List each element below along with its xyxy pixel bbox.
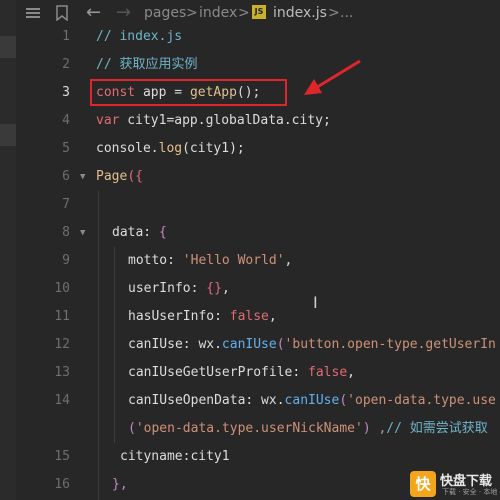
sidebar-item[interactable]	[0, 124, 16, 146]
line-number: 9	[62, 253, 70, 268]
breadcrumb: ← → pages > index > JS index.js > ...	[16, 0, 500, 26]
line-number: 13	[54, 365, 70, 380]
code-line-13: canIUseGetUserProfile: false,	[128, 365, 355, 380]
breadcrumb-separator: >	[186, 5, 198, 21]
line-number-active: 3	[62, 85, 70, 100]
line-number: 16	[54, 477, 70, 492]
line-number: 11	[54, 309, 70, 324]
indent-guide	[98, 191, 99, 500]
line-number: 6	[62, 169, 70, 184]
line-number: 7	[62, 197, 70, 212]
breadcrumb-file[interactable]: index.js	[273, 0, 327, 26]
sidebar-item[interactable]	[0, 36, 16, 58]
code-line-6: Page({	[96, 169, 143, 184]
forward-arrow-icon[interactable]: →	[116, 0, 131, 26]
code-line-10: userInfo: {},	[128, 281, 230, 296]
line-number: 2	[62, 57, 70, 72]
line-number: 1	[62, 29, 70, 44]
text-cursor-icon: I	[313, 293, 318, 312]
code-line-9: motto: 'Hello World',	[128, 253, 293, 268]
line-number-gutter: 1 2 3 4 5 6 ▼ 7 8 ▼ 9 10 11 12 13 14 15 …	[16, 26, 90, 500]
breadcrumb-more[interactable]: ...	[340, 0, 353, 26]
breadcrumb-separator: >	[328, 5, 340, 21]
watermark-mark: 快	[410, 471, 436, 497]
breadcrumb-index[interactable]: index	[199, 0, 237, 26]
line-number: 10	[54, 281, 70, 296]
back-arrow-icon[interactable]: ←	[86, 0, 101, 26]
code-line-4: var city1=app.globalData.city;	[96, 113, 331, 128]
sidebar-edge	[0, 0, 16, 500]
highlight-box	[90, 79, 287, 106]
code-line-14: canIUseOpenData: wx.canIUse('open-data.t…	[128, 393, 496, 408]
watermark-sub: 下载 · 安全 · 本地	[442, 488, 498, 496]
js-file-icon: JS	[252, 5, 266, 19]
line-number: 4	[62, 113, 70, 128]
code-line-8: data: {	[112, 225, 167, 240]
red-arrow-icon	[304, 59, 361, 95]
code-line-5: console.log(city1);	[96, 141, 245, 156]
indent-guide	[114, 247, 115, 443]
breadcrumb-separator: >	[238, 5, 250, 21]
code-line-11: hasUserInfo: false,	[128, 309, 277, 324]
fold-chevron-icon[interactable]: ▼	[80, 219, 85, 247]
watermark-logo: 快 快盘下载 下载 · 安全 · 本地	[410, 470, 500, 500]
breadcrumb-pages[interactable]: pages	[144, 0, 186, 26]
line-number: 15	[54, 449, 70, 464]
line-number: 14	[54, 393, 70, 408]
code-line-1: // index.js	[96, 29, 183, 44]
code-line-15: cityname:city1	[120, 449, 230, 464]
fold-chevron-icon[interactable]: ▼	[80, 163, 85, 191]
code-line-14-wrap: ('open-data.type.userNickName') ,// 如需尝试…	[128, 421, 488, 436]
line-number: 12	[54, 337, 70, 352]
line-number: 5	[62, 141, 70, 156]
code-line-2: // 获取应用实例	[96, 57, 198, 72]
code-line-12: canIUse: wx.canIUse('button.open-type.ge…	[128, 337, 496, 352]
line-number: 8	[62, 225, 70, 240]
code-line-16: },	[112, 477, 128, 492]
